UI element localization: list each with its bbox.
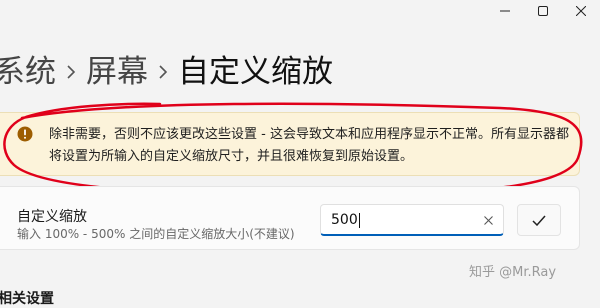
warning-icon bbox=[17, 126, 33, 142]
chevron-right-icon bbox=[56, 50, 86, 94]
custom-scaling-input[interactable]: 500 bbox=[320, 204, 504, 236]
clear-input-button[interactable] bbox=[479, 211, 497, 229]
clear-icon bbox=[483, 215, 493, 225]
watermark: 知乎 @Mr.Ray bbox=[469, 265, 557, 280]
maximize-icon bbox=[538, 6, 548, 16]
window-controls bbox=[486, 0, 600, 22]
minimize-icon bbox=[500, 10, 510, 12]
custom-scaling-title: 自定义缩放 bbox=[17, 209, 87, 225]
warning-banner: 除非需要，否则不应该更改这些设置 - 这会导致文本和应用程序显示不正常。所有显示… bbox=[0, 112, 580, 176]
text-caret bbox=[358, 212, 360, 228]
minimize-button[interactable] bbox=[486, 0, 524, 22]
related-settings-heading: 相关设置 bbox=[0, 291, 54, 307]
chevron-right-icon bbox=[148, 50, 178, 94]
breadcrumb: 系统 屏幕 自定义缩放 bbox=[0, 50, 333, 94]
warning-message: 除非需要，否则不应该更改这些设置 - 这会导致文本和应用程序显示不正常。所有显示… bbox=[49, 127, 569, 164]
custom-scaling-description: 输入 100% - 500% 之间的自定义缩放大小(不建议) bbox=[17, 227, 295, 241]
custom-scaling-input-value: 500 bbox=[331, 212, 360, 228]
page-title: 自定义缩放 bbox=[178, 53, 333, 90]
checkmark-icon bbox=[532, 215, 546, 226]
close-icon bbox=[576, 6, 586, 16]
close-window-button[interactable] bbox=[562, 0, 600, 22]
custom-scaling-card: 自定义缩放 输入 100% - 500% 之间的自定义缩放大小(不建议) 500 bbox=[0, 186, 580, 250]
breadcrumb-item-system[interactable]: 系统 bbox=[0, 56, 56, 88]
maximize-button[interactable] bbox=[524, 0, 562, 22]
breadcrumb-item-display[interactable]: 屏幕 bbox=[86, 56, 148, 88]
custom-scaling-value-text: 500 bbox=[331, 212, 358, 228]
confirm-scaling-button[interactable] bbox=[517, 204, 561, 236]
